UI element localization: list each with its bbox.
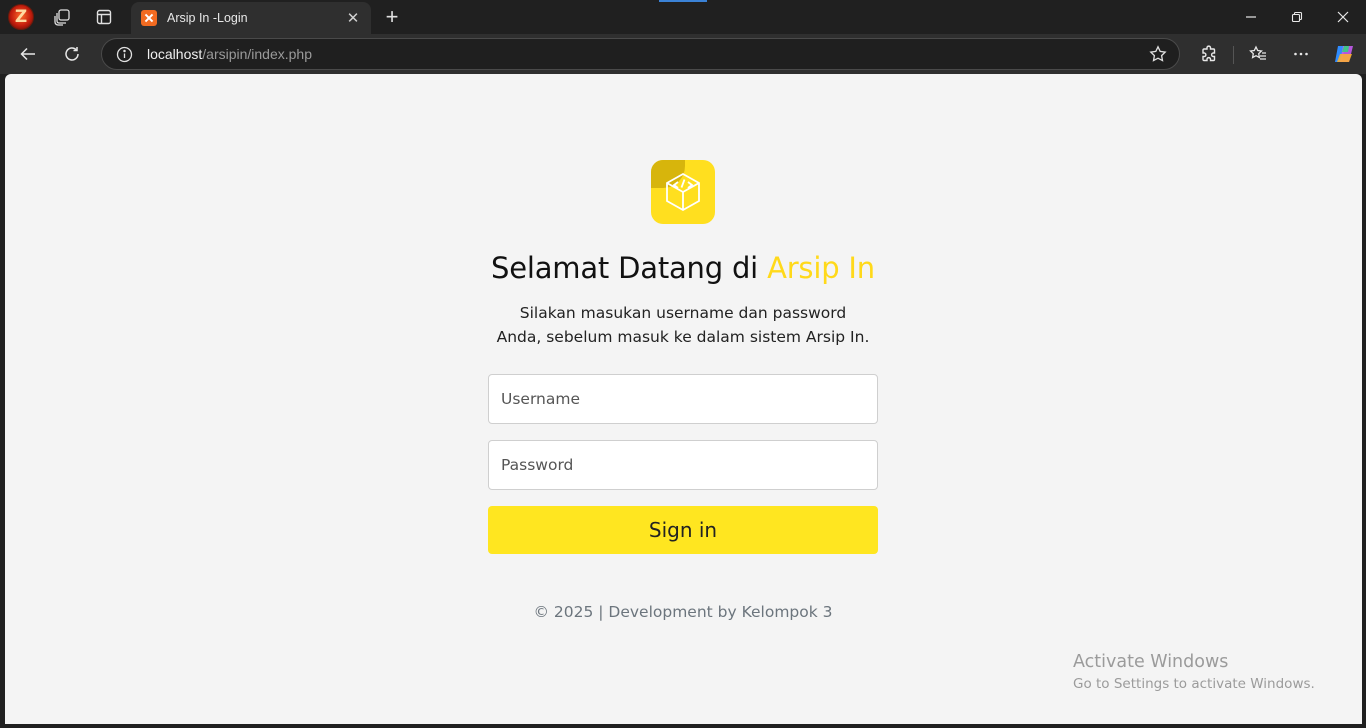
plus-icon[interactable]: + — [378, 4, 406, 29]
favorites-icon[interactable] — [1242, 38, 1274, 70]
site-info-icon[interactable] — [116, 46, 133, 63]
restore-icon[interactable] — [1274, 0, 1320, 34]
copilot-icon[interactable] — [1328, 38, 1360, 70]
toolbar-divider — [1233, 46, 1234, 64]
tab-title: Arsip In -Login — [167, 11, 248, 25]
tab-strip: Z Arsip In -Login ✕ + — [0, 0, 1366, 34]
refresh-icon[interactable] — [56, 38, 88, 70]
tab-actions-icon[interactable] — [90, 5, 118, 29]
brand-name: Arsip In — [767, 251, 875, 285]
url-text: localhost/arsipin/index.php — [147, 46, 313, 62]
tab-active[interactable]: Arsip In -Login ✕ — [131, 2, 371, 34]
window-close-icon[interactable] — [1320, 0, 1366, 34]
activate-windows-watermark: Activate Windows Go to Settings to activ… — [1073, 652, 1315, 692]
navigation-bar: localhost/arsipin/index.php — [0, 34, 1366, 74]
sign-in-button[interactable]: Sign in — [488, 506, 878, 554]
footer-text: © 2025 | Development by Kelompok 3 — [533, 603, 833, 621]
password-input[interactable] — [488, 440, 878, 490]
extensions-icon[interactable] — [1193, 38, 1225, 70]
more-icon[interactable] — [1285, 38, 1317, 70]
minimize-icon[interactable] — [1228, 0, 1274, 34]
close-icon[interactable]: ✕ — [345, 9, 361, 27]
page-title: Selamat Datang di Arsip In — [491, 251, 875, 285]
window-bottom-border — [0, 724, 1366, 728]
active-indicator — [659, 0, 707, 2]
username-input[interactable] — [488, 374, 878, 424]
page-content: Selamat Datang di Arsip In Silakan masuk… — [5, 74, 1362, 724]
xampp-favicon-icon — [141, 10, 157, 26]
workspaces-icon[interactable] — [48, 5, 76, 29]
app-logo-icon[interactable]: Z — [8, 4, 34, 30]
address-bar[interactable]: localhost/arsipin/index.php — [101, 38, 1180, 70]
arsip-logo-icon — [651, 160, 715, 224]
watermark-title: Activate Windows — [1073, 652, 1229, 672]
login-subtitle: Silakan masukan username dan password And… — [496, 304, 870, 346]
back-icon[interactable] — [12, 38, 44, 70]
watermark-subtitle: Go to Settings to activate Windows. — [1073, 676, 1315, 692]
star-icon[interactable] — [1149, 45, 1167, 68]
